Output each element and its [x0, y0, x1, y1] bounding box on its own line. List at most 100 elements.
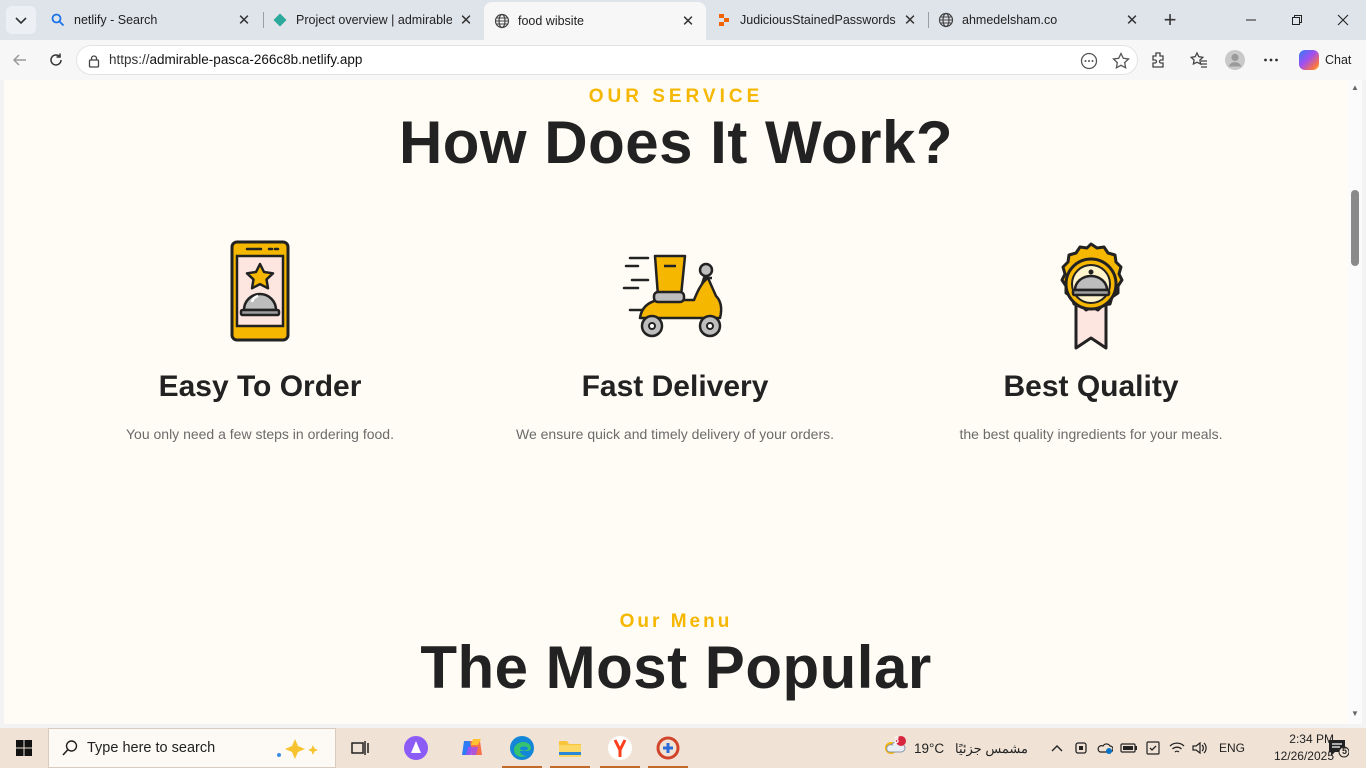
refresh-button[interactable]	[42, 46, 70, 74]
weather-temp[interactable]: 19°C	[914, 741, 944, 756]
search-placeholder: Type here to search	[87, 740, 216, 756]
copilot-sparkle-icon	[277, 739, 318, 759]
restore-icon	[1292, 15, 1302, 25]
close-icon	[1337, 14, 1349, 26]
globe-icon	[938, 12, 954, 28]
step-description: the best quality ingredients for your me…	[959, 426, 1223, 442]
volume-icon[interactable]	[1188, 728, 1210, 768]
weather-badge: 3	[894, 735, 900, 745]
url-text: https://admirable-pasca-266c8b.netlify.a…	[109, 52, 362, 67]
onedrive-icon[interactable]	[1094, 728, 1116, 768]
browser-toolbar: https://admirable-pasca-266c8b.netlify.a…	[0, 40, 1366, 80]
weather-description[interactable]: مشمس جزئيًا	[955, 741, 1028, 757]
close-window-button[interactable]	[1320, 0, 1366, 40]
tab-title: JudiciousStainedPasswords - Re	[740, 13, 896, 27]
wifi-icon[interactable]	[1166, 728, 1188, 768]
search-icon	[62, 740, 78, 756]
page-scrollbar[interactable]: ▲ ▼	[1348, 80, 1362, 724]
extensions-icon[interactable]	[1144, 46, 1172, 74]
chat-label: Chat	[1325, 53, 1352, 67]
edge-icon	[510, 736, 534, 760]
edge-app-button[interactable]	[498, 728, 546, 768]
close-icon[interactable]: ✕	[1124, 12, 1140, 29]
notification-center-button[interactable]: 5	[1318, 728, 1358, 768]
app-icon	[656, 736, 680, 760]
app-button[interactable]	[644, 728, 692, 768]
back-arrow-icon	[12, 54, 26, 66]
back-button[interactable]	[6, 46, 34, 74]
favorite-star-icon[interactable]	[1111, 51, 1131, 71]
tab-netlify-search[interactable]: netlify - Search ✕	[40, 4, 262, 36]
address-bar[interactable]: https://admirable-pasca-266c8b.netlify.a…	[76, 45, 1138, 75]
netlify-icon	[272, 12, 288, 28]
assistant-orb-icon	[404, 736, 428, 760]
yandex-browser-button[interactable]	[596, 728, 644, 768]
tab-project-overview[interactable]: Project overview | admirable-pa ✕	[262, 4, 484, 36]
folder-icon	[559, 741, 581, 757]
show-hidden-icons-icon[interactable]	[1046, 728, 1068, 768]
refresh-icon	[50, 53, 62, 66]
scroll-up-icon[interactable]: ▲	[1351, 84, 1359, 92]
tab-title: food wibsite	[518, 14, 585, 28]
step-best-quality: Best Quality the best quality ingredient…	[881, 240, 1301, 442]
step-fast-delivery: Fast Delivery We ensure quick and timely…	[465, 240, 885, 442]
assistant-app-button[interactable]	[392, 728, 440, 768]
windows-logo-icon	[16, 740, 32, 756]
step-description: We ensure quick and timely delivery of y…	[516, 426, 834, 442]
task-view-button[interactable]	[336, 728, 384, 768]
minimize-button[interactable]	[1228, 0, 1274, 40]
badge-cloche-icon	[1036, 240, 1146, 350]
favorites-icon[interactable]	[1185, 46, 1213, 74]
taskbar-search[interactable]: Type here to search	[48, 728, 336, 768]
restore-button[interactable]	[1274, 0, 1320, 40]
close-icon[interactable]: ✕	[236, 12, 252, 29]
input-language[interactable]: ENG	[1219, 741, 1245, 755]
search-icon	[50, 12, 66, 28]
battery-icon[interactable]	[1118, 728, 1140, 768]
copilot-icon	[1299, 50, 1319, 70]
tab-replit[interactable]: JudiciousStainedPasswords - Re ✕	[706, 4, 928, 36]
step-description: You only need a few steps in ordering fo…	[125, 426, 394, 442]
more-menu-icon[interactable]	[1257, 46, 1285, 74]
read-aloud-icon[interactable]	[1079, 51, 1099, 71]
url-host: admirable-pasca-266c8b.netlify.app	[149, 52, 363, 67]
tab-ahmedelsham[interactable]: ahmedelsham.co ✕	[928, 4, 1150, 36]
step-title: Best Quality	[1003, 370, 1179, 403]
task-view-icon	[351, 741, 369, 755]
yandex-icon	[608, 736, 632, 760]
copilot-app-button[interactable]	[448, 728, 496, 768]
windows-taskbar: Type here to search 3 19°C مشمس جزئيًا E…	[0, 728, 1366, 768]
minimize-icon	[1246, 19, 1256, 21]
page-viewport: OUR SERVICE How Does It Work? Easy To Or…	[4, 80, 1348, 724]
phone-cloche-icon	[205, 240, 315, 350]
service-heading: How Does It Work?	[398, 109, 954, 176]
tab-food-wibsite[interactable]: food wibsite ✕	[484, 2, 706, 40]
notification-count: 5	[1342, 746, 1348, 756]
file-explorer-button[interactable]	[546, 728, 594, 768]
tab-list-button[interactable]	[6, 6, 36, 34]
tab-strip: netlify - Search ✕ Project overview | ad…	[0, 0, 1366, 40]
scroll-down-icon[interactable]: ▼	[1351, 710, 1359, 718]
site-info-icon[interactable]	[85, 52, 103, 70]
close-icon[interactable]: ✕	[458, 12, 474, 29]
replit-icon	[716, 12, 732, 28]
close-icon[interactable]: ✕	[680, 13, 696, 30]
new-tab-button[interactable]: +	[1156, 6, 1184, 34]
security-icon[interactable]	[1142, 728, 1164, 768]
menu-heading: The Most Popular	[420, 634, 932, 701]
meet-now-icon[interactable]	[1070, 728, 1092, 768]
globe-icon	[494, 13, 510, 29]
start-button[interactable]	[0, 728, 48, 768]
copilot-icon	[462, 739, 482, 755]
url-scheme: https://	[109, 52, 150, 67]
close-icon[interactable]: ✕	[902, 12, 918, 29]
step-easy-to-order: Easy To Order You only need a few steps …	[50, 240, 470, 442]
copilot-chat-button[interactable]: Chat	[1293, 45, 1359, 75]
step-title: Fast Delivery	[581, 370, 769, 403]
scrollbar-thumb[interactable]	[1351, 190, 1359, 266]
tab-title: Project overview | admirable-pa	[296, 13, 452, 27]
weather-widget-icon[interactable]	[876, 728, 912, 768]
scooter-icon	[620, 240, 730, 350]
menu-eyebrow: Our Menu	[619, 611, 733, 632]
profile-avatar-icon[interactable]	[1221, 46, 1249, 74]
